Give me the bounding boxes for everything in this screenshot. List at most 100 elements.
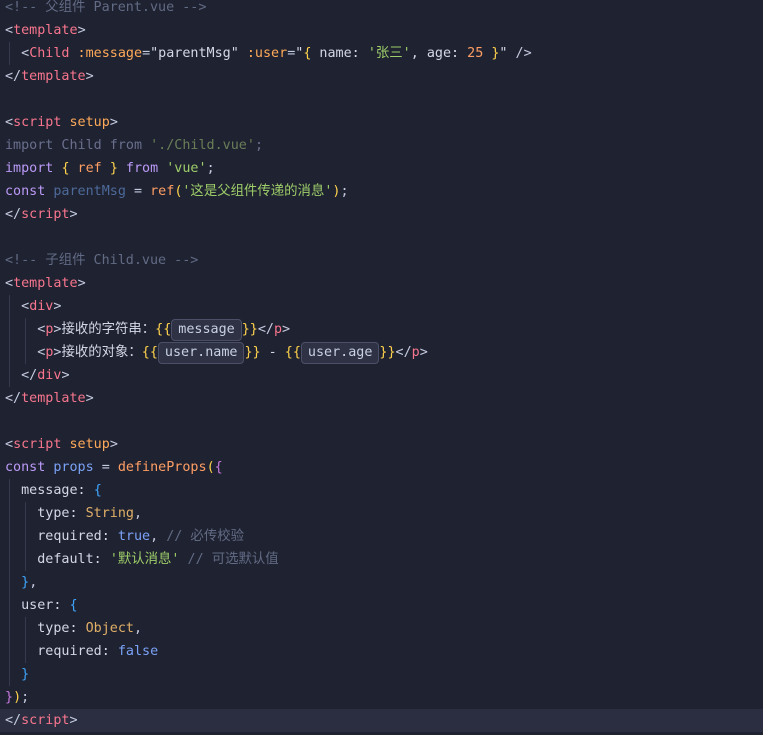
code-line[interactable]	[0, 410, 763, 433]
code-token: from	[101, 137, 143, 153]
inline-hint-chip[interactable]: user.name	[157, 341, 245, 364]
code-line-text: },	[5, 571, 37, 594]
code-token: }	[21, 574, 30, 590]
code-token: type:	[5, 505, 86, 521]
code-line[interactable]: </script>	[0, 203, 763, 226]
code-line[interactable]: });	[0, 686, 763, 709]
code-token: </	[5, 68, 22, 84]
code-token: defineProps	[117, 459, 207, 475]
code-line[interactable]: <!-- 父组件 Parent.vue -->	[0, 0, 763, 19]
code-token: >	[61, 367, 70, 383]
code-line[interactable]: user: {	[0, 593, 763, 617]
code-token: script	[13, 436, 62, 452]
code-line-text: });	[5, 686, 29, 709]
code-line[interactable]: default: '默认消息' // 可选默认值	[0, 547, 763, 571]
code-token: >	[53, 298, 62, 314]
code-token: p	[411, 344, 420, 360]
code-line-text: type: Object,	[5, 617, 142, 640]
code-line[interactable]: const props = defineProps({	[0, 456, 763, 479]
code-token: ;	[21, 689, 30, 705]
code-line[interactable]: type: Object,	[0, 616, 763, 640]
code-line[interactable]: <p>接收的字符串：{{message}}</p>	[0, 317, 763, 341]
code-line-text: <div>	[5, 295, 61, 318]
code-token: =	[93, 459, 118, 475]
code-token: type:	[5, 620, 86, 636]
code-line-text: </div>	[5, 364, 70, 387]
code-line-text: <p>接收的字符串：{{message}}</p>	[5, 318, 290, 341]
code-line[interactable]: required: false	[0, 639, 763, 663]
code-line[interactable]: </div>	[0, 363, 763, 387]
code-token: {{	[141, 344, 158, 360]
code-token: script	[21, 206, 70, 222]
code-token: <!-- 父组件 Parent.vue -->	[5, 0, 207, 15]
code-token: script	[21, 712, 70, 728]
code-token: ref	[69, 160, 110, 176]
code-token: ;	[340, 183, 349, 199]
code-token: >	[77, 275, 86, 291]
code-line-text: <script setup>	[5, 433, 118, 456]
code-token: :user	[238, 45, 288, 61]
code-line-text: const props = defineProps({	[5, 456, 223, 479]
code-token: ,	[134, 505, 143, 521]
code-token: ,	[29, 574, 38, 590]
code-line[interactable]: import Child from './Child.vue';	[0, 134, 763, 157]
code-token: >	[69, 712, 78, 728]
code-token: =	[125, 183, 151, 199]
code-editor[interactable]: <!-- 父组件 Parent.vue --> <template> <Child…	[0, 0, 763, 735]
code-token: >	[419, 344, 428, 360]
code-line[interactable]: required: true, // 必传校验	[0, 524, 763, 548]
code-line[interactable]: </template>	[0, 65, 763, 88]
code-line-text: required: false	[5, 640, 158, 663]
inline-hint-chip[interactable]: user.age	[300, 341, 380, 364]
code-token: './Child.vue'	[142, 137, 255, 153]
code-token: template	[21, 68, 86, 84]
code-line[interactable]: const parentMsg = ref('这是父组件传递的消息');	[0, 180, 763, 203]
code-token: }	[5, 689, 14, 705]
code-line[interactable]: <Child :message="parentMsg" :user="{ nam…	[0, 41, 763, 65]
inline-hint-chip[interactable]: message	[171, 318, 242, 341]
code-line[interactable]: <template>	[0, 19, 763, 42]
code-line[interactable]: <!-- 子组件 Child.vue -->	[0, 249, 763, 272]
code-line-text: <!-- 子组件 Child.vue -->	[5, 249, 198, 272]
code-line[interactable]: import { ref } from 'vue';	[0, 157, 763, 180]
code-token: Object	[85, 620, 134, 636]
code-line[interactable]: </script>	[0, 708, 763, 732]
code-line-text: </template>	[5, 65, 94, 88]
code-line-text: <template>	[5, 19, 86, 42]
code-line[interactable]: type: String,	[0, 501, 763, 525]
code-token: 'vue'	[166, 160, 207, 176]
code-token: <	[5, 114, 14, 130]
code-line[interactable]: <div>	[0, 294, 763, 318]
code-token: >	[109, 436, 118, 452]
code-line[interactable]: }	[0, 662, 763, 686]
code-token: >	[85, 390, 94, 406]
code-token: (	[206, 459, 215, 475]
code-line[interactable]: message: {	[0, 478, 763, 502]
code-line[interactable]: <template>	[0, 272, 763, 295]
code-line[interactable]: },	[0, 570, 763, 594]
code-token: >	[69, 206, 78, 222]
code-token: Child	[29, 45, 70, 61]
code-token: }}	[241, 321, 258, 337]
code-token: 接收的字符串：	[61, 321, 156, 337]
code-token: <	[21, 45, 30, 61]
code-line-text: <script setup>	[5, 111, 118, 134]
code-token: div	[37, 367, 62, 383]
code-token: -	[260, 344, 285, 360]
code-token: p	[273, 321, 283, 337]
code-line-text: type: String,	[5, 502, 142, 525]
code-token: '这是父组件传递的消息'	[182, 183, 333, 199]
code-line[interactable]: <script setup>	[0, 433, 763, 456]
code-token: >	[109, 114, 118, 130]
code-token: props	[45, 459, 94, 475]
code-line[interactable]: <script setup>	[0, 111, 763, 134]
code-token: =	[142, 45, 151, 61]
code-line[interactable]: </template>	[0, 387, 763, 410]
code-token: // 可选默认值	[179, 551, 279, 567]
code-line[interactable]	[0, 226, 763, 249]
code-line[interactable]	[0, 88, 763, 111]
code-token: >	[77, 22, 86, 38]
code-line[interactable]: <p>接收的对象：{{user.name}} - {{user.age}}</p…	[0, 340, 763, 364]
